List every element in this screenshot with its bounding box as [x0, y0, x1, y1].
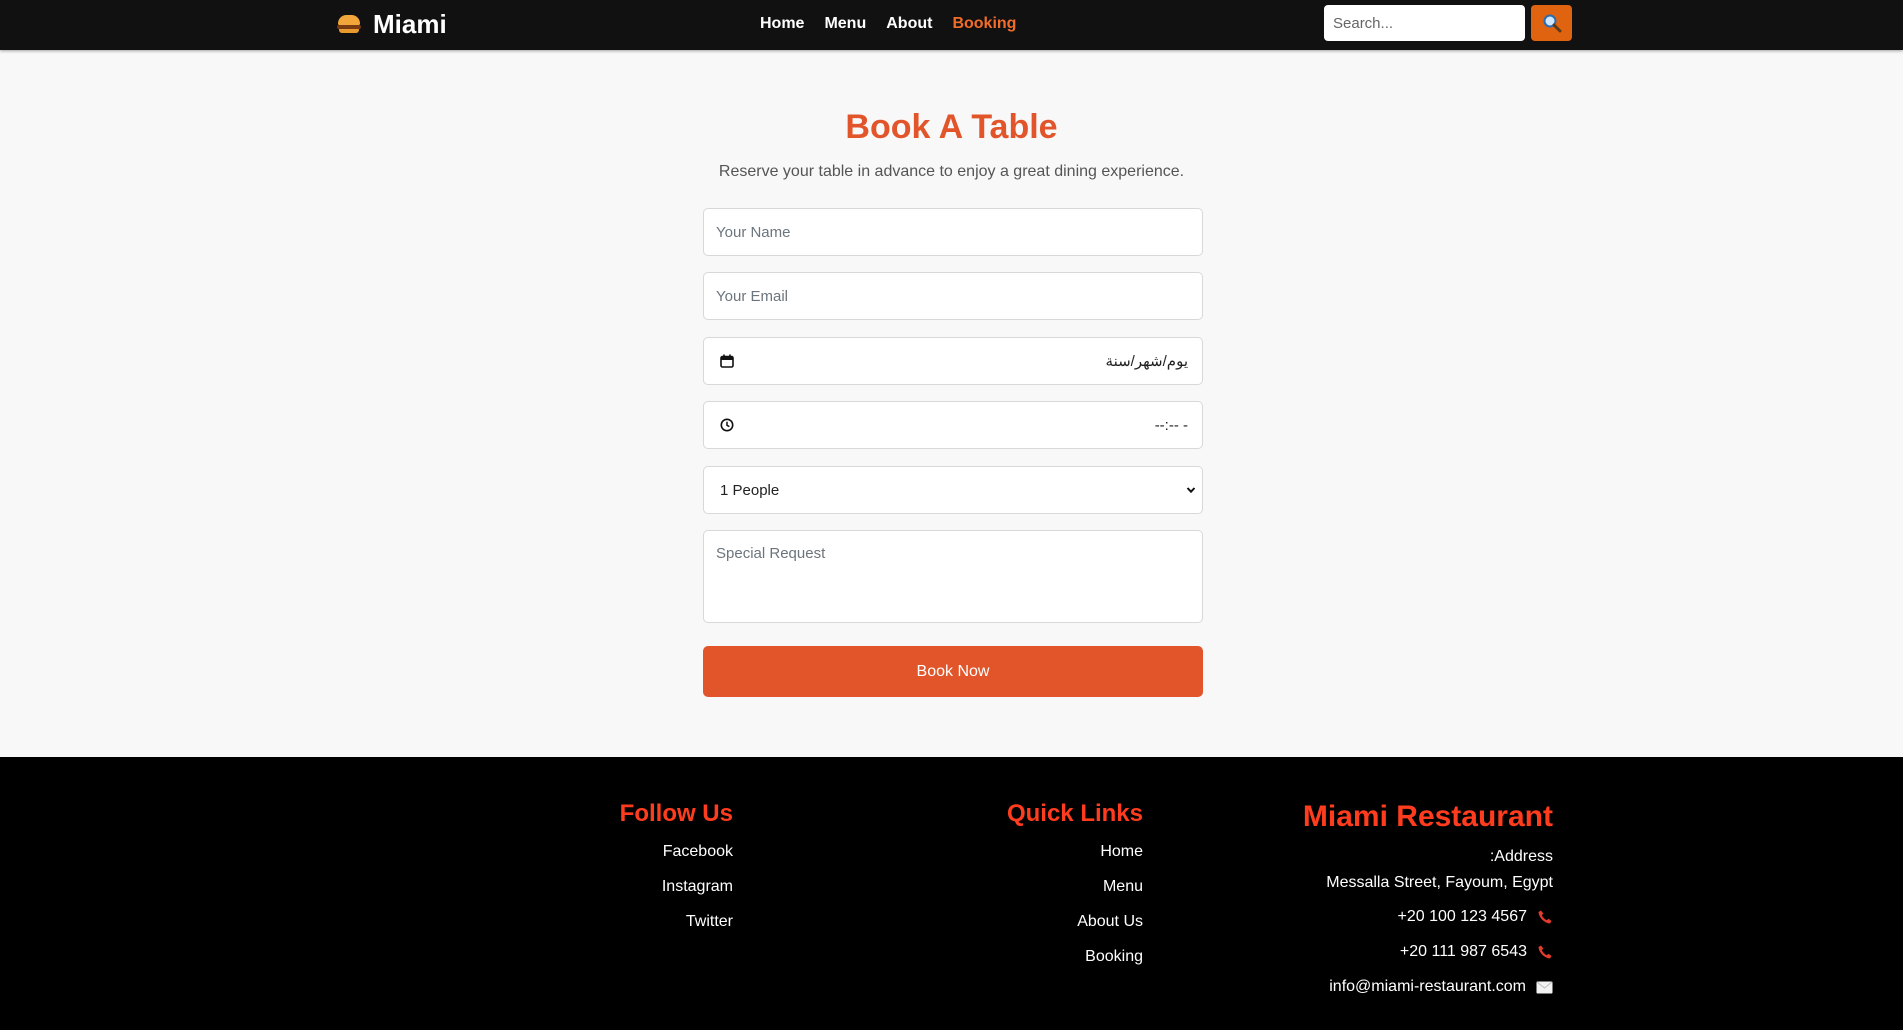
- clock-icon[interactable]: [720, 418, 734, 432]
- restaurant-heading: Miami Restaurant: [1302, 800, 1553, 833]
- phone-number-1[interactable]: +20 100 123 4567: [1398, 908, 1527, 926]
- nav-link-booking[interactable]: Booking: [952, 15, 1016, 33]
- date-placeholder: يوم/شهر/سنة: [1105, 353, 1188, 370]
- nav-link-home[interactable]: Home: [760, 15, 804, 33]
- burger-icon: [337, 14, 361, 34]
- nav-link-menu[interactable]: Menu: [824, 15, 866, 33]
- nav-link-about[interactable]: About: [886, 15, 932, 33]
- name-field[interactable]: [703, 208, 1203, 256]
- search-button[interactable]: [1531, 5, 1572, 41]
- booking-title: Book A Table: [845, 108, 1058, 146]
- booking-subtitle: Reserve your table in advance to enjoy a…: [718, 163, 1185, 180]
- date-field[interactable]: يوم/شهر/سنة: [703, 337, 1203, 385]
- footer-quick-links: Quick Links Home Menu About Us Booking: [1007, 800, 1143, 966]
- phone-row-2: +20 111 987 6543: [1303, 943, 1553, 961]
- phone-icon: [1538, 945, 1552, 959]
- follow-us-heading: Follow Us: [619, 800, 733, 827]
- time-placeholder: --:-- -: [1154, 416, 1188, 434]
- search-icon: [1543, 14, 1561, 33]
- link-twitter[interactable]: Twitter: [620, 913, 733, 931]
- quick-links-heading: Quick Links: [1006, 800, 1143, 827]
- phone-number-2[interactable]: +20 111 987 6543: [1400, 943, 1527, 961]
- footer-restaurant-info: Miami Restaurant :Address Messalla Stree…: [1303, 800, 1553, 996]
- footer-link-menu[interactable]: Menu: [1007, 878, 1143, 896]
- footer: [0, 757, 1903, 1030]
- link-facebook[interactable]: Facebook: [620, 843, 733, 861]
- address-value: Messalla Street, Fayoum, Egypt: [1326, 874, 1553, 891]
- time-field[interactable]: --:-- -: [703, 401, 1203, 449]
- footer-link-booking[interactable]: Booking: [1007, 948, 1143, 966]
- people-select[interactable]: 1 People: [703, 466, 1203, 514]
- calendar-icon[interactable]: [720, 354, 734, 368]
- footer-link-home[interactable]: Home: [1007, 843, 1143, 861]
- phone-icon: [1538, 910, 1552, 924]
- brand[interactable]: Miami: [337, 0, 447, 48]
- navbar: Miami Home Menu About Booking: [0, 0, 1903, 50]
- envelope-icon: [1536, 981, 1553, 993]
- people-selected-value: 1 People: [720, 481, 780, 499]
- search-input[interactable]: [1324, 5, 1525, 41]
- special-request-field[interactable]: [703, 530, 1203, 623]
- footer-link-about-us[interactable]: About Us: [1007, 913, 1143, 931]
- phone-row-1: +20 100 123 4567: [1303, 908, 1553, 926]
- email-field[interactable]: [703, 272, 1203, 320]
- brand-name: Miami: [373, 8, 447, 39]
- book-now-button[interactable]: Book Now: [703, 646, 1203, 697]
- link-instagram[interactable]: Instagram: [620, 878, 733, 896]
- contact-email[interactable]: info@miami-restaurant.com: [1329, 978, 1526, 996]
- nav-links: Home Menu About Booking: [760, 0, 1016, 48]
- email-row: info@miami-restaurant.com: [1303, 978, 1553, 996]
- footer-follow-us: Follow Us Facebook Instagram Twitter: [620, 800, 733, 931]
- chevron-down-icon: [1186, 487, 1196, 494]
- address-label: :Address: [1489, 848, 1553, 865]
